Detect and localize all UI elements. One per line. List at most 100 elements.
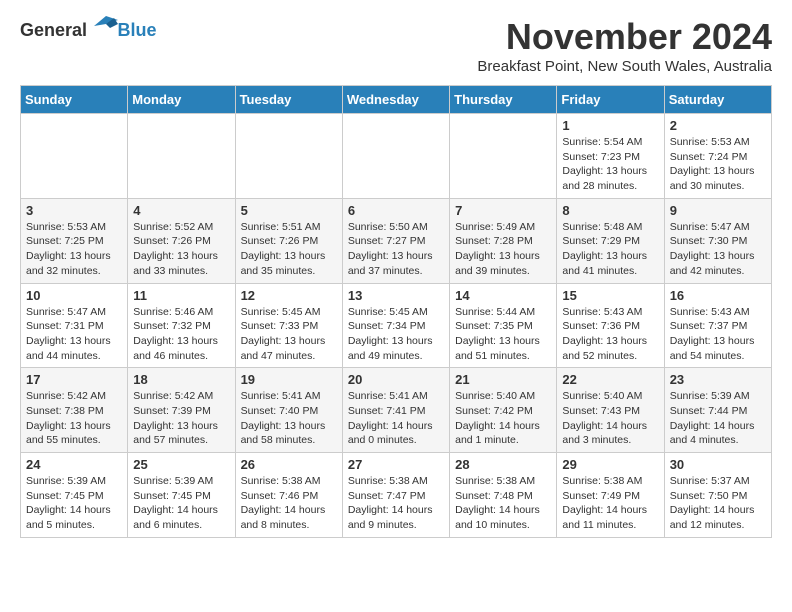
calendar-cell: 10 Sunrise: 5:47 AM Sunset: 7:31 PM Dayli… xyxy=(21,283,128,368)
calendar-cell xyxy=(128,114,235,199)
day-number: 26 xyxy=(241,457,337,472)
day-number: 5 xyxy=(241,203,337,218)
calendar-week-row: 24Sunrise: 5:39 AM Sunset: 7:45 PM Dayli… xyxy=(21,453,772,538)
day-info: Sunrise: 5:47 AM Sunset: 7:31 PM Dayligh… xyxy=(26,305,122,364)
calendar-cell: 5 Sunrise: 5:51 AM Sunset: 7:26 PM Daylig… xyxy=(235,198,342,283)
day-number: 17 xyxy=(26,372,122,387)
day-info: Sunrise: 5:38 AM Sunset: 7:49 PM Dayligh… xyxy=(562,474,658,533)
day-info: Sunrise: 5:41 AM Sunset: 7:40 PM Dayligh… xyxy=(241,389,337,448)
day-info: Sunrise: 5:38 AM Sunset: 7:47 PM Dayligh… xyxy=(348,474,444,533)
calendar-cell xyxy=(235,114,342,199)
calendar-cell: 1Sunrise: 5:54 AM Sunset: 7:23 PM Daylig… xyxy=(557,114,664,199)
day-info: Sunrise: 5:43 AM Sunset: 7:36 PM Dayligh… xyxy=(562,305,658,364)
day-header-friday: Friday xyxy=(557,86,664,114)
calendar-table: SundayMondayTuesdayWednesdayThursdayFrid… xyxy=(20,85,772,538)
day-info: Sunrise: 5:42 AM Sunset: 7:38 PM Dayligh… xyxy=(26,389,122,448)
day-info: Sunrise: 5:43 AM Sunset: 7:37 PM Dayligh… xyxy=(670,305,766,364)
calendar-cell: 16 Sunrise: 5:43 AM Sunset: 7:37 PM Dayli… xyxy=(664,283,771,368)
day-header-saturday: Saturday xyxy=(664,86,771,114)
day-info: Sunrise: 5:39 AM Sunset: 7:44 PM Dayligh… xyxy=(670,389,766,448)
day-info: Sunrise: 5:53 AM Sunset: 7:24 PM Dayligh… xyxy=(670,135,766,194)
day-number: 28 xyxy=(455,457,551,472)
day-number: 21 xyxy=(455,372,551,387)
day-header-wednesday: Wednesday xyxy=(342,86,449,114)
calendar-cell: 28 Sunrise: 5:38 AM Sunset: 7:48 PM Dayli… xyxy=(450,453,557,538)
day-number: 1 xyxy=(562,118,658,133)
calendar-cell xyxy=(21,114,128,199)
calendar-cell: 4 Sunrise: 5:52 AM Sunset: 7:26 PM Daylig… xyxy=(128,198,235,283)
day-number: 3 xyxy=(26,203,122,218)
day-info: Sunrise: 5:41 AM Sunset: 7:41 PM Dayligh… xyxy=(348,389,444,448)
calendar-cell: 18Sunrise: 5:42 AM Sunset: 7:39 PM Dayli… xyxy=(128,368,235,453)
day-header-thursday: Thursday xyxy=(450,86,557,114)
calendar-cell: 23 Sunrise: 5:39 AM Sunset: 7:44 PM Dayli… xyxy=(664,368,771,453)
calendar-body: 1Sunrise: 5:54 AM Sunset: 7:23 PM Daylig… xyxy=(21,114,772,538)
day-number: 16 xyxy=(670,288,766,303)
day-info: Sunrise: 5:45 AM Sunset: 7:33 PM Dayligh… xyxy=(241,305,337,364)
calendar-cell: 20Sunrise: 5:41 AM Sunset: 7:41 PM Dayli… xyxy=(342,368,449,453)
day-info: Sunrise: 5:50 AM Sunset: 7:27 PM Dayligh… xyxy=(348,220,444,279)
calendar-cell: 26 Sunrise: 5:38 AM Sunset: 7:46 PM Dayli… xyxy=(235,453,342,538)
day-number: 27 xyxy=(348,457,444,472)
day-number: 8 xyxy=(562,203,658,218)
calendar-cell: 15Sunrise: 5:43 AM Sunset: 7:36 PM Dayli… xyxy=(557,283,664,368)
day-info: Sunrise: 5:51 AM Sunset: 7:26 PM Dayligh… xyxy=(241,220,337,279)
calendar-cell: 22Sunrise: 5:40 AM Sunset: 7:43 PM Dayli… xyxy=(557,368,664,453)
logo-bird-icon xyxy=(94,16,118,36)
calendar-cell: 12 Sunrise: 5:45 AM Sunset: 7:33 PM Dayli… xyxy=(235,283,342,368)
day-number: 2 xyxy=(670,118,766,133)
day-number: 11 xyxy=(133,288,229,303)
calendar-cell: 25 Sunrise: 5:39 AM Sunset: 7:45 PM Dayli… xyxy=(128,453,235,538)
day-info: Sunrise: 5:38 AM Sunset: 7:46 PM Dayligh… xyxy=(241,474,337,533)
calendar-cell: 6Sunrise: 5:50 AM Sunset: 7:27 PM Daylig… xyxy=(342,198,449,283)
calendar-cell xyxy=(342,114,449,199)
day-number: 13 xyxy=(348,288,444,303)
calendar-week-row: 10 Sunrise: 5:47 AM Sunset: 7:31 PM Dayli… xyxy=(21,283,772,368)
day-number: 7 xyxy=(455,203,551,218)
day-info: Sunrise: 5:38 AM Sunset: 7:48 PM Dayligh… xyxy=(455,474,551,533)
day-info: Sunrise: 5:53 AM Sunset: 7:25 PM Dayligh… xyxy=(26,220,122,279)
logo-blue: Blue xyxy=(118,20,157,40)
day-info: Sunrise: 5:49 AM Sunset: 7:28 PM Dayligh… xyxy=(455,220,551,279)
day-info: Sunrise: 5:40 AM Sunset: 7:42 PM Dayligh… xyxy=(455,389,551,448)
day-info: Sunrise: 5:44 AM Sunset: 7:35 PM Dayligh… xyxy=(455,305,551,364)
day-info: Sunrise: 5:37 AM Sunset: 7:50 PM Dayligh… xyxy=(670,474,766,533)
day-info: Sunrise: 5:45 AM Sunset: 7:34 PM Dayligh… xyxy=(348,305,444,364)
logo-general: General xyxy=(20,20,87,40)
day-number: 9 xyxy=(670,203,766,218)
calendar-cell: 17 Sunrise: 5:42 AM Sunset: 7:38 PM Dayli… xyxy=(21,368,128,453)
day-info: Sunrise: 5:48 AM Sunset: 7:29 PM Dayligh… xyxy=(562,220,658,279)
day-number: 23 xyxy=(670,372,766,387)
day-number: 14 xyxy=(455,288,551,303)
day-info: Sunrise: 5:39 AM Sunset: 7:45 PM Dayligh… xyxy=(133,474,229,533)
calendar-cell: 7 Sunrise: 5:49 AM Sunset: 7:28 PM Daylig… xyxy=(450,198,557,283)
calendar-cell: 19Sunrise: 5:41 AM Sunset: 7:40 PM Dayli… xyxy=(235,368,342,453)
day-info: Sunrise: 5:39 AM Sunset: 7:45 PM Dayligh… xyxy=(26,474,122,533)
day-number: 12 xyxy=(241,288,337,303)
header: General Blue November 2024 Breakfast Poi… xyxy=(20,16,772,75)
calendar-cell: 30 Sunrise: 5:37 AM Sunset: 7:50 PM Dayli… xyxy=(664,453,771,538)
day-number: 4 xyxy=(133,203,229,218)
calendar-cell: 24Sunrise: 5:39 AM Sunset: 7:45 PM Dayli… xyxy=(21,453,128,538)
day-number: 18 xyxy=(133,372,229,387)
calendar-week-row: 3 Sunrise: 5:53 AM Sunset: 7:25 PM Daylig… xyxy=(21,198,772,283)
day-number: 30 xyxy=(670,457,766,472)
calendar-cell: 21 Sunrise: 5:40 AM Sunset: 7:42 PM Dayli… xyxy=(450,368,557,453)
calendar-cell: 13 Sunrise: 5:45 AM Sunset: 7:34 PM Dayli… xyxy=(342,283,449,368)
month-title: November 2024 xyxy=(477,16,772,58)
day-header-sunday: Sunday xyxy=(21,86,128,114)
calendar-cell: 8 Sunrise: 5:48 AM Sunset: 7:29 PM Daylig… xyxy=(557,198,664,283)
calendar-header-row: SundayMondayTuesdayWednesdayThursdayFrid… xyxy=(21,86,772,114)
calendar-cell: 9 Sunrise: 5:47 AM Sunset: 7:30 PM Daylig… xyxy=(664,198,771,283)
calendar-week-row: 1Sunrise: 5:54 AM Sunset: 7:23 PM Daylig… xyxy=(21,114,772,199)
day-header-tuesday: Tuesday xyxy=(235,86,342,114)
day-number: 10 xyxy=(26,288,122,303)
day-info: Sunrise: 5:52 AM Sunset: 7:26 PM Dayligh… xyxy=(133,220,229,279)
subtitle: Breakfast Point, New South Wales, Austra… xyxy=(477,58,772,75)
day-header-monday: Monday xyxy=(128,86,235,114)
day-number: 29 xyxy=(562,457,658,472)
day-number: 25 xyxy=(133,457,229,472)
day-info: Sunrise: 5:47 AM Sunset: 7:30 PM Dayligh… xyxy=(670,220,766,279)
calendar-cell xyxy=(450,114,557,199)
calendar-cell: 27 Sunrise: 5:38 AM Sunset: 7:47 PM Dayli… xyxy=(342,453,449,538)
